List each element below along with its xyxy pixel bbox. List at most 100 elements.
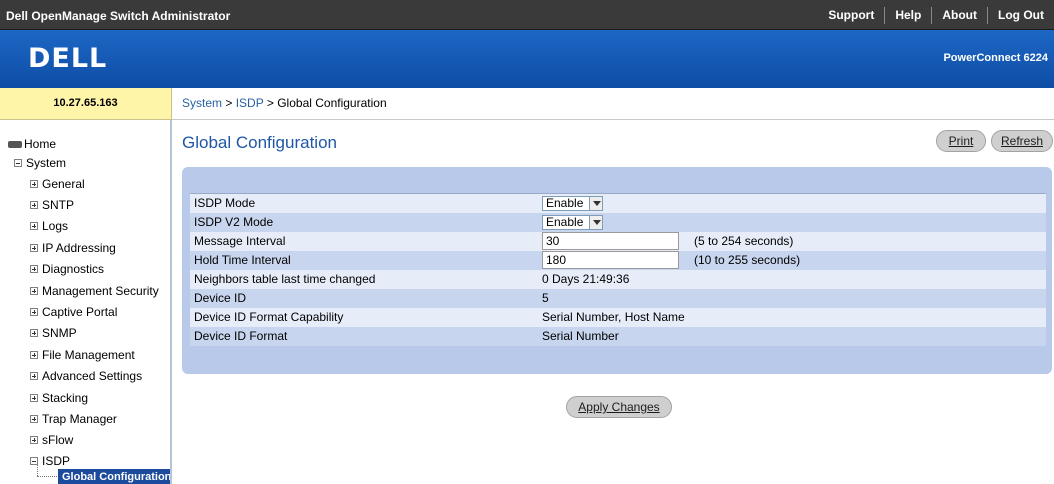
page-title: Global Configuration <box>182 133 337 152</box>
logout-link[interactable]: Log Out <box>987 7 1054 24</box>
sidebar-item-label: ISDP <box>42 454 71 468</box>
sidebar-item-label: File Management <box>42 348 135 362</box>
sidebar-item-label: Management Security <box>42 284 159 298</box>
message-interval-input[interactable]: 30 <box>542 232 679 250</box>
tree-connector <box>37 476 57 477</box>
expand-icon[interactable] <box>30 222 38 230</box>
sidebar-item-system[interactable]: System <box>14 156 66 170</box>
message-interval-label: Message Interval <box>194 234 286 248</box>
breadcrumb-separator: > <box>225 96 233 110</box>
sidebar-item-label: Stacking <box>42 391 89 405</box>
isdp-mode-select[interactable]: Enable <box>542 195 604 211</box>
sidebar-item-diagnostics[interactable]: Diagnostics <box>30 262 104 276</box>
sidebar-item-logs[interactable]: Logs <box>30 219 68 233</box>
device-model: PowerConnect 6224 <box>943 52 1048 64</box>
expand-icon[interactable] <box>30 351 38 359</box>
table-row: ISDP V2 Mode Enable <box>190 212 1046 232</box>
sidebar-item-label: Trap Manager <box>42 412 117 426</box>
device-id-label: Device ID <box>194 291 247 305</box>
sidebar-item-label: System <box>26 156 67 170</box>
isdp-v2-mode-select[interactable]: Enable <box>542 214 604 230</box>
print-button[interactable]: Print <box>936 130 986 152</box>
expand-icon[interactable] <box>30 394 38 402</box>
table-row: Message Interval 30 (5 to 254 seconds) <box>190 231 1046 251</box>
dell-logo: DELL <box>28 43 108 74</box>
breadcrumb-separator: > <box>266 96 274 110</box>
breadcrumb-isdp[interactable]: ISDP <box>236 96 264 110</box>
isdp-v2-mode-label: ISDP V2 Mode <box>194 215 274 229</box>
expand-icon[interactable] <box>30 180 38 188</box>
breadcrumb-system[interactable]: System <box>182 96 222 110</box>
sidebar-item-label: Captive Portal <box>42 305 118 319</box>
expand-icon[interactable] <box>30 265 38 273</box>
sidebar-item-isdp[interactable]: ISDP <box>30 454 70 468</box>
device-id-capability-label: Device ID Format Capability <box>194 310 344 324</box>
brand-bar: DELL PowerConnect 6224 <box>0 30 1054 88</box>
expand-icon[interactable] <box>30 308 38 316</box>
expand-icon[interactable] <box>30 244 38 252</box>
table-row: Device ID 5 <box>190 288 1046 308</box>
device-id-value: 5 <box>542 291 549 305</box>
sidebar-item-management-security[interactable]: Management Security <box>30 284 159 298</box>
help-link[interactable]: Help <box>884 7 931 24</box>
config-panel: ISDP Mode Enable ISDP V2 Mode Enable Mes… <box>182 167 1052 374</box>
table-row: Neighbors table last time changed 0 Days… <box>190 269 1046 289</box>
hold-time-input[interactable]: 180 <box>542 251 679 269</box>
sidebar-item-label: Logs <box>42 219 69 233</box>
isdp-v2-mode-value: Enable <box>546 215 584 229</box>
hold-time-range: (10 to 255 seconds) <box>694 253 801 267</box>
sidebar-item-label: Home <box>24 137 57 151</box>
sidebar-item-stacking[interactable]: Stacking <box>30 391 88 405</box>
sidebar-item-advanced-settings[interactable]: Advanced Settings <box>30 369 142 383</box>
refresh-button[interactable]: Refresh <box>991 130 1053 152</box>
apply-changes-button[interactable]: Apply Changes <box>566 396 672 418</box>
config-table: ISDP Mode Enable ISDP V2 Mode Enable Mes… <box>190 193 1046 346</box>
sidebar-item-home[interactable]: Home <box>8 137 56 151</box>
sidebar-item-label: IP Addressing <box>42 241 116 255</box>
sidebar-item-file-management[interactable]: File Management <box>30 348 135 362</box>
breadcrumb: System > ISDP > Global Configuration <box>172 88 1054 120</box>
expand-icon[interactable] <box>30 287 38 295</box>
message-interval-range: (5 to 254 seconds) <box>694 234 794 248</box>
sidebar-item-captive-portal[interactable]: Captive Portal <box>30 305 117 319</box>
sidebar-item-global-configuration[interactable]: Global Configuration <box>58 469 170 484</box>
expand-icon[interactable] <box>30 372 38 380</box>
sidebar-item-sntp[interactable]: SNTP <box>30 198 74 212</box>
about-link[interactable]: About <box>931 7 987 24</box>
sidebar-item-sflow[interactable]: sFlow <box>30 433 73 447</box>
sidebar-item-label: Diagnostics <box>42 262 105 276</box>
table-row: Hold Time Interval 180 (10 to 255 second… <box>190 250 1046 270</box>
top-bar: Dell OpenManage Switch Administrator Sup… <box>0 0 1054 30</box>
isdp-mode-value: Enable <box>546 196 584 211</box>
sidebar-item-snmp[interactable]: SNMP <box>30 326 77 340</box>
home-icon <box>8 140 22 148</box>
isdp-mode-label: ISDP Mode <box>194 196 256 211</box>
tree-connector <box>37 460 38 476</box>
sidebar-item-ip-addressing[interactable]: IP Addressing <box>30 241 116 255</box>
sidebar-item-label: General <box>42 177 85 191</box>
expand-icon[interactable] <box>30 415 38 423</box>
sidebar-item-label: sFlow <box>42 433 74 447</box>
chevron-down-icon[interactable] <box>589 215 603 229</box>
main-content: Global Configuration Print Refresh ISDP … <box>174 120 1054 484</box>
sidebar-item-label: SNTP <box>42 198 75 212</box>
table-row: Device ID Format Serial Number <box>190 326 1046 346</box>
neighbors-changed-value: 0 Days 21:49:36 <box>542 272 630 286</box>
table-row: ISDP Mode Enable <box>190 193 1046 213</box>
expand-icon[interactable] <box>30 329 38 337</box>
chevron-down-icon[interactable] <box>589 196 603 210</box>
ip-address: 10.27.65.163 <box>0 88 172 120</box>
sidebar-item-label: Advanced Settings <box>42 369 143 383</box>
expand-icon[interactable] <box>30 436 38 444</box>
sidebar-item-label: SNMP <box>42 326 77 340</box>
collapse-icon[interactable] <box>14 159 22 167</box>
sidebar-item-trap-manager[interactable]: Trap Manager <box>30 412 117 426</box>
support-link[interactable]: Support <box>818 7 884 24</box>
app-title: Dell OpenManage Switch Administrator <box>6 9 231 23</box>
device-id-format-value: Serial Number <box>542 329 619 343</box>
sidebar: Home System General SNTP Logs IP Address… <box>0 120 172 484</box>
sidebar-item-general[interactable]: General <box>30 177 85 191</box>
neighbors-changed-label: Neighbors table last time changed <box>194 272 376 286</box>
device-id-capability-value: Serial Number, Host Name <box>542 310 685 324</box>
expand-icon[interactable] <box>30 201 38 209</box>
